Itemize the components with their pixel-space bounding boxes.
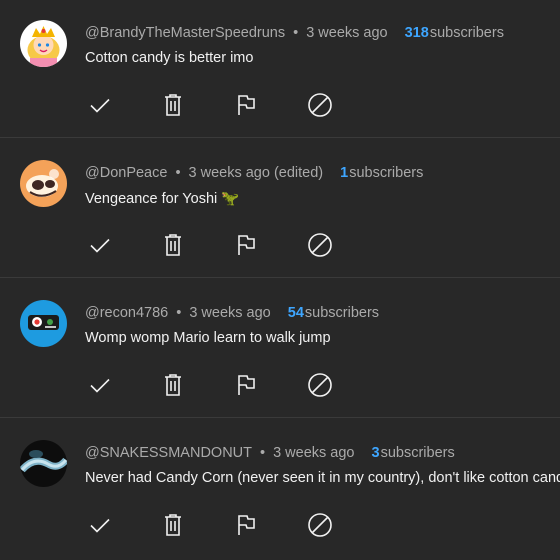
flag-icon	[238, 375, 255, 395]
block-icon	[308, 373, 332, 397]
subscriber-count-value: 3	[371, 445, 380, 461]
comment-item: @SNAKESSMANDONUT • 3 weeks ago 3subscrib…	[0, 419, 560, 558]
approve-button[interactable]	[85, 503, 115, 547]
separator-dot: •	[176, 305, 182, 321]
subscriber-count: 1subscribers	[340, 165, 423, 181]
comment-text: Never had Candy Corn (never seen it in m…	[85, 470, 560, 486]
comment-text: Vengeance for Yoshi 🦖	[85, 191, 240, 207]
remove-button[interactable]	[158, 223, 188, 267]
subscriber-count-label: subscribers	[429, 25, 504, 41]
checkmark-icon	[90, 518, 110, 533]
comment-actions	[85, 503, 365, 547]
comment-time: 3 weeks ago (edited)	[188, 165, 324, 181]
flag-icon	[238, 95, 255, 115]
checkmark-icon	[90, 378, 110, 393]
trash-icon	[165, 514, 181, 536]
block-user-button[interactable]	[305, 363, 335, 407]
comment-meta: @DonPeace • 3 weeks ago (edited) 1subscr…	[85, 162, 423, 184]
block-user-button[interactable]	[305, 223, 335, 267]
remove-button[interactable]	[158, 363, 188, 407]
report-button[interactable]	[231, 363, 261, 407]
author-name[interactable]: @BrandyTheMasterSpeedruns	[85, 25, 285, 41]
remove-button[interactable]	[158, 83, 188, 127]
block-icon	[308, 233, 332, 257]
author-name[interactable]: @DonPeace	[85, 165, 167, 181]
comment-actions	[85, 223, 365, 267]
author-name[interactable]: @recon4786	[85, 305, 168, 321]
comment-meta: @BrandyTheMasterSpeedruns • 3 weeks ago …	[85, 22, 504, 44]
separator-dot: •	[260, 445, 266, 461]
block-user-button[interactable]	[305, 503, 335, 547]
comment-actions	[85, 83, 365, 127]
approve-button[interactable]	[85, 83, 115, 127]
comment-time: 3 weeks ago	[306, 25, 388, 41]
trash-icon	[165, 234, 181, 256]
remove-button[interactable]	[158, 503, 188, 547]
subscriber-count: 318subscribers	[405, 25, 504, 41]
comment-meta: @SNAKESSMANDONUT • 3 weeks ago 3subscrib…	[85, 442, 455, 464]
subscriber-count-label: subscribers	[304, 305, 380, 321]
flag-icon	[238, 235, 255, 255]
trash-icon	[165, 94, 181, 116]
approve-button[interactable]	[85, 363, 115, 407]
avatar[interactable]	[20, 440, 67, 487]
subscriber-count-label: subscribers	[380, 445, 455, 461]
trash-icon	[165, 374, 181, 396]
comment-text: Cotton candy is better imo	[85, 50, 254, 66]
subscriber-count-value: 1	[340, 165, 349, 181]
subscriber-count: 3subscribers	[372, 445, 455, 461]
comment-item: @BrandyTheMasterSpeedruns • 3 weeks ago …	[0, 0, 560, 138]
comment-meta: @recon4786 • 3 weeks ago 54subscribers	[85, 302, 379, 324]
comment-text: Womp womp Mario learn to walk jump	[85, 330, 331, 346]
avatar[interactable]	[20, 160, 67, 207]
block-user-button[interactable]	[305, 83, 335, 127]
avatar[interactable]	[20, 300, 67, 347]
report-button[interactable]	[231, 503, 261, 547]
comment-time: 3 weeks ago	[189, 305, 271, 321]
separator-dot: •	[175, 165, 181, 181]
avatar[interactable]	[20, 20, 67, 67]
author-name[interactable]: @SNAKESSMANDONUT	[85, 445, 252, 461]
flag-icon	[238, 515, 255, 535]
block-icon	[308, 513, 332, 537]
comment-time: 3 weeks ago	[273, 445, 355, 461]
report-button[interactable]	[231, 223, 261, 267]
comment-item: @DonPeace • 3 weeks ago (edited) 1subscr…	[0, 139, 560, 278]
subscriber-count-label: subscribers	[349, 165, 424, 181]
subscriber-count: 54subscribers	[288, 305, 379, 321]
comment-item: @recon4786 • 3 weeks ago 54subscribers W…	[0, 279, 560, 418]
held-comments-list: @BrandyTheMasterSpeedruns • 3 weeks ago …	[0, 0, 560, 560]
separator-dot: •	[293, 25, 299, 41]
subscriber-count-value: 54	[287, 305, 304, 321]
checkmark-icon	[90, 98, 110, 113]
checkmark-icon	[90, 238, 110, 253]
approve-button[interactable]	[85, 223, 115, 267]
report-button[interactable]	[231, 83, 261, 127]
comment-actions	[85, 363, 365, 407]
subscriber-count-value: 318	[404, 25, 429, 41]
block-icon	[308, 93, 332, 117]
